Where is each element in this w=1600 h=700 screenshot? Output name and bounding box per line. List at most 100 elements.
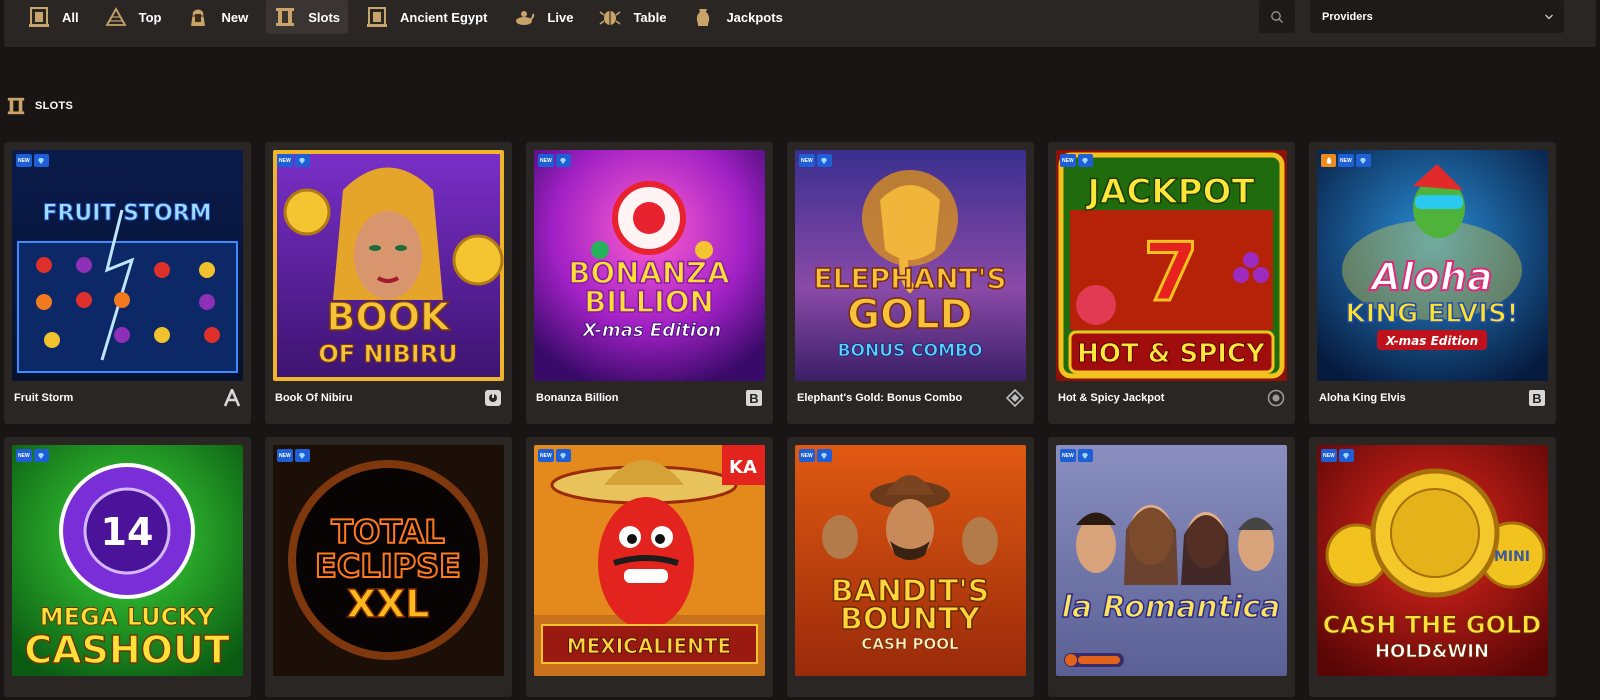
section-title: SLOTS xyxy=(35,100,74,112)
game-card[interactable]: TOTAL ECLIPSE XXL NEW xyxy=(265,437,512,697)
svg-text:7: 7 xyxy=(1143,226,1199,319)
bandits-bounty-artwork: BANDIT'S BOUNTY CASH POOL xyxy=(795,445,1026,676)
game-thumbnail[interactable]: Aloha KING ELVIS! X-mas Edition NEW xyxy=(1317,150,1548,381)
diamond-badge xyxy=(816,154,832,167)
game-thumbnail[interactable]: MINI CASH THE GOLD HOLD&WIN NEW xyxy=(1317,445,1548,676)
aloha-king-elvis-artwork: Aloha KING ELVIS! X-mas Edition xyxy=(1317,150,1548,381)
diamond-badge xyxy=(555,449,571,462)
game-thumbnail[interactable]: FRUIT STORM NEW xyxy=(12,150,243,381)
game-card[interactable]: la Romantica NEW xyxy=(1048,437,1295,697)
game-card[interactable]: BANDIT'S BOUNTY CASH POOL NEW xyxy=(787,437,1034,697)
nav-item-live[interactable]: Live xyxy=(505,0,581,34)
diamond-icon xyxy=(821,157,828,164)
game-card[interactable]: 14 MEGA LUCKY CASHOUT NEW xyxy=(4,437,251,697)
game-art-subtitle: GOLD xyxy=(847,292,973,338)
game-thumbnail[interactable]: BOOK OF NIBIRU NEW xyxy=(273,150,504,381)
nav-item-ancient-egypt[interactable]: Ancient Egypt xyxy=(358,0,495,34)
game-art-subtitle: HOT & SPICY xyxy=(1077,339,1266,369)
game-art-title: ELEPHANT'S xyxy=(814,262,1007,295)
nav-item-top[interactable]: Top xyxy=(97,0,170,34)
search-button[interactable] xyxy=(1259,0,1295,33)
game-title: Fruit Storm xyxy=(14,392,74,404)
bonanza-billion-artwork: BONANZA BILLION X-mas Edition xyxy=(534,150,765,381)
diamond-badge xyxy=(33,154,49,167)
game-title: Hot & Spicy Jackpot xyxy=(1058,392,1165,404)
new-badge: NEW xyxy=(16,449,32,462)
la-romantica-artwork: la Romantica xyxy=(1056,445,1287,676)
nav-item-table[interactable]: Table xyxy=(591,0,674,34)
new-badge: NEW xyxy=(1321,449,1337,462)
game-art-edition: X-mas Edition xyxy=(1385,334,1478,348)
game-card[interactable]: BOOK OF NIBIRU NEW Book Of Nibiru xyxy=(265,142,512,424)
game-thumbnail[interactable]: BANDIT'S BOUNTY CASH POOL NEW xyxy=(795,445,1026,676)
diamond-icon xyxy=(1360,157,1367,164)
game-thumbnail[interactable]: ELEPHANT'S GOLD BONUS COMBO NEW xyxy=(795,150,1026,381)
game-thumbnail[interactable]: 14 MEGA LUCKY CASHOUT NEW xyxy=(12,445,243,676)
game-card[interactable]: KA MEXICALIENTE NEW xyxy=(526,437,773,697)
diamond-icon xyxy=(299,157,306,164)
game-art-title: FRUIT STORM xyxy=(42,201,211,226)
diamond-icon xyxy=(38,157,45,164)
nav-item-jackpots[interactable]: Jackpots xyxy=(684,0,790,34)
game-thumbnail[interactable]: JACKPOT 7 HOT & SPICY NEW xyxy=(1056,150,1287,381)
game-art-tagline: XXL xyxy=(347,582,430,626)
game-art-tagline: BONUS COMBO xyxy=(838,341,983,361)
nav-item-all[interactable]: All xyxy=(20,0,87,34)
game-thumbnail[interactable]: TOTAL ECLIPSE XXL NEW xyxy=(273,445,504,676)
nav-item-label: Live xyxy=(547,9,574,25)
game-thumbnail[interactable]: BONANZA BILLION X-mas Edition NEW xyxy=(534,150,765,381)
pyramid-icon xyxy=(105,7,127,26)
game-art-subtitle: KING ELVIS! xyxy=(1345,299,1518,329)
new-badge: NEW xyxy=(538,154,554,167)
scarab-icon xyxy=(599,11,621,25)
game-art-subtitle: BOUNTY xyxy=(840,602,981,637)
game-card[interactable]: FRUIT STORM NEW Fruit Storm xyxy=(4,142,251,424)
columns-icon xyxy=(276,8,295,26)
game-card[interactable]: MINI CASH THE GOLD HOLD&WIN NEW xyxy=(1309,437,1556,697)
egypt-frame-icon xyxy=(367,7,388,27)
game-art-subtitle: OF NIBIRU xyxy=(318,340,457,368)
category-nav: All Top New Slots Ancient Egypt Live Tab… xyxy=(20,0,801,34)
pharaoh-icon xyxy=(191,9,206,26)
game-card[interactable]: JACKPOT 7 HOT & SPICY NEW Hot & Spicy Ja… xyxy=(1048,142,1295,424)
game-thumbnail[interactable]: la Romantica NEW xyxy=(1056,445,1287,676)
nav-item-label: Ancient Egypt xyxy=(400,9,488,25)
game-art-title: la Romantica xyxy=(1062,590,1281,625)
new-badge: NEW xyxy=(277,154,293,167)
game-thumbnail[interactable]: KA MEXICALIENTE NEW xyxy=(534,445,765,676)
game-title: Elephant's Gold: Bonus Combo xyxy=(797,392,963,404)
mexicaliente-artwork: KA MEXICALIENTE xyxy=(534,445,765,676)
nav-item-label: Jackpots xyxy=(726,9,783,25)
game-art-title: TOTAL xyxy=(331,513,445,551)
new-badge: NEW xyxy=(277,449,293,462)
game-title: Bonanza Billion xyxy=(536,392,619,404)
nav-item-new[interactable]: New xyxy=(179,0,256,34)
game-title: Book Of Nibiru xyxy=(275,392,353,404)
nav-item-label: Table xyxy=(633,9,667,25)
badge-group: NEW xyxy=(538,154,573,167)
provider-b-icon: B xyxy=(1529,390,1545,406)
provider-a-icon xyxy=(223,389,241,407)
new-badge: NEW xyxy=(16,154,32,167)
providers-dropdown[interactable]: Providers xyxy=(1310,0,1564,33)
diamond-icon xyxy=(1082,452,1089,459)
badge-group: NEW xyxy=(277,154,312,167)
hot-spicy-jackpot-artwork: JACKPOT 7 HOT & SPICY xyxy=(1056,150,1287,381)
new-badge: NEW xyxy=(799,154,815,167)
flame-icon xyxy=(1326,156,1331,164)
game-card[interactable]: ELEPHANT'S GOLD BONUS COMBO NEW Elephant… xyxy=(787,142,1034,424)
new-badge: NEW xyxy=(1060,449,1076,462)
nav-item-slots[interactable]: Slots xyxy=(266,0,349,34)
new-badge: NEW xyxy=(799,449,815,462)
diamond-badge xyxy=(1355,154,1371,167)
game-art-title: BOOK xyxy=(326,295,451,339)
diamond-badge xyxy=(1077,449,1093,462)
urn-icon xyxy=(697,9,710,26)
game-card[interactable]: BONANZA BILLION X-mas Edition NEW Bonanz… xyxy=(526,142,773,424)
total-eclipse-xxl-artwork: TOTAL ECLIPSE XXL xyxy=(273,445,504,676)
provider-circle-icon xyxy=(1267,389,1285,407)
badge-group: NEW xyxy=(277,449,312,462)
diamond-badge xyxy=(1338,449,1354,462)
svg-text:B: B xyxy=(749,391,758,406)
game-card[interactable]: Aloha KING ELVIS! X-mas Edition NEW Aloh… xyxy=(1309,142,1556,424)
